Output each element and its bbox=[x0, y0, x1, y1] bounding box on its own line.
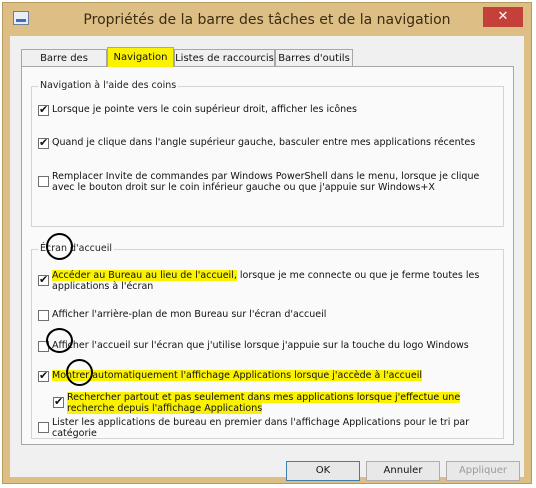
cancel-button[interactable]: Annuler bbox=[366, 461, 440, 481]
option-label: Quand je clique dans l'angle supérieur g… bbox=[52, 137, 476, 148]
highlighted-text: Montrer automatiquement l'affichage Appl… bbox=[52, 370, 423, 381]
checkbox[interactable] bbox=[38, 136, 49, 150]
tab-toolbars[interactable]: Barres d'outils bbox=[275, 49, 353, 66]
checkbox[interactable] bbox=[53, 395, 64, 409]
start-screen-group: Écran d'accueil Accéder au Bureau au lie… bbox=[31, 243, 504, 439]
tab-navigation[interactable]: Navigation bbox=[107, 47, 174, 67]
title-bar[interactable]: Propriétés de la barre des tâches et de … bbox=[3, 3, 531, 36]
apply-button[interactable]: Appliquer bbox=[446, 461, 520, 481]
dialog-window: Propriétés de la barre des tâches et de … bbox=[2, 2, 532, 484]
option-label: Rechercher partout et pas seulement dans… bbox=[67, 392, 461, 403]
option-label: Afficher l'arrière-plan de mon Bureau su… bbox=[52, 309, 327, 320]
option-label-line2: recherche depuis l'affichage Application… bbox=[67, 403, 263, 414]
checkbox[interactable] bbox=[38, 273, 49, 287]
option-label-line2: applications à l'écran bbox=[52, 281, 154, 292]
checkbox[interactable] bbox=[38, 176, 49, 187]
option-label: Afficher l'accueil sur l'écran que j'uti… bbox=[52, 340, 469, 351]
option-label-rest: lorsque je me connecte ou que je ferme t… bbox=[236, 270, 480, 281]
annotation-circle bbox=[46, 233, 73, 260]
option-label-line2: catégorie bbox=[52, 428, 97, 439]
corner-navigation-group: Navigation à l'aide des coins Lorsque je… bbox=[31, 80, 504, 227]
tab-taskbar[interactable]: Barre des tâches bbox=[21, 49, 107, 81]
checkbox[interactable] bbox=[38, 103, 49, 117]
annotation-circle bbox=[46, 328, 73, 353]
close-button[interactable]: ✕ bbox=[483, 7, 523, 27]
dialog-client-area: Barre des tâches Navigation Listes de ra… bbox=[10, 36, 524, 481]
highlighted-text: Accéder au Bureau au lieu de l'accueil, bbox=[52, 270, 237, 281]
option-label: Montrer automatiquement l'affichage Appl… bbox=[52, 370, 423, 381]
ok-button[interactable]: OK bbox=[286, 461, 360, 481]
annotation-circle bbox=[66, 359, 93, 386]
group-title-corner-navigation: Navigation à l'aide des coins bbox=[38, 80, 179, 91]
option-label: Remplacer Invite de commandes par Window… bbox=[52, 171, 480, 182]
checkbox[interactable] bbox=[38, 310, 49, 321]
highlighted-text: recherche depuis l'affichage Application… bbox=[67, 403, 263, 414]
highlighted-text: Rechercher partout et pas seulement dans… bbox=[67, 392, 461, 403]
option-label-line2: avec le bouton droit sur le coin inférie… bbox=[52, 182, 435, 193]
tab-jump-lists[interactable]: Listes de raccourcis bbox=[174, 49, 275, 66]
navigation-tab-panel: Navigation à l'aide des coins Lorsque je… bbox=[21, 66, 514, 445]
window-title: Propriétés de la barre des tâches et de … bbox=[83, 12, 451, 28]
option-label: Accéder au Bureau au lieu de l'accueil, … bbox=[52, 270, 479, 281]
checkbox[interactable] bbox=[38, 369, 49, 383]
option-label: Lister les applications de bureau en pre… bbox=[52, 417, 470, 428]
option-label: Lorsque je pointe vers le coin supérieur… bbox=[52, 104, 357, 115]
checkbox[interactable] bbox=[38, 422, 49, 433]
